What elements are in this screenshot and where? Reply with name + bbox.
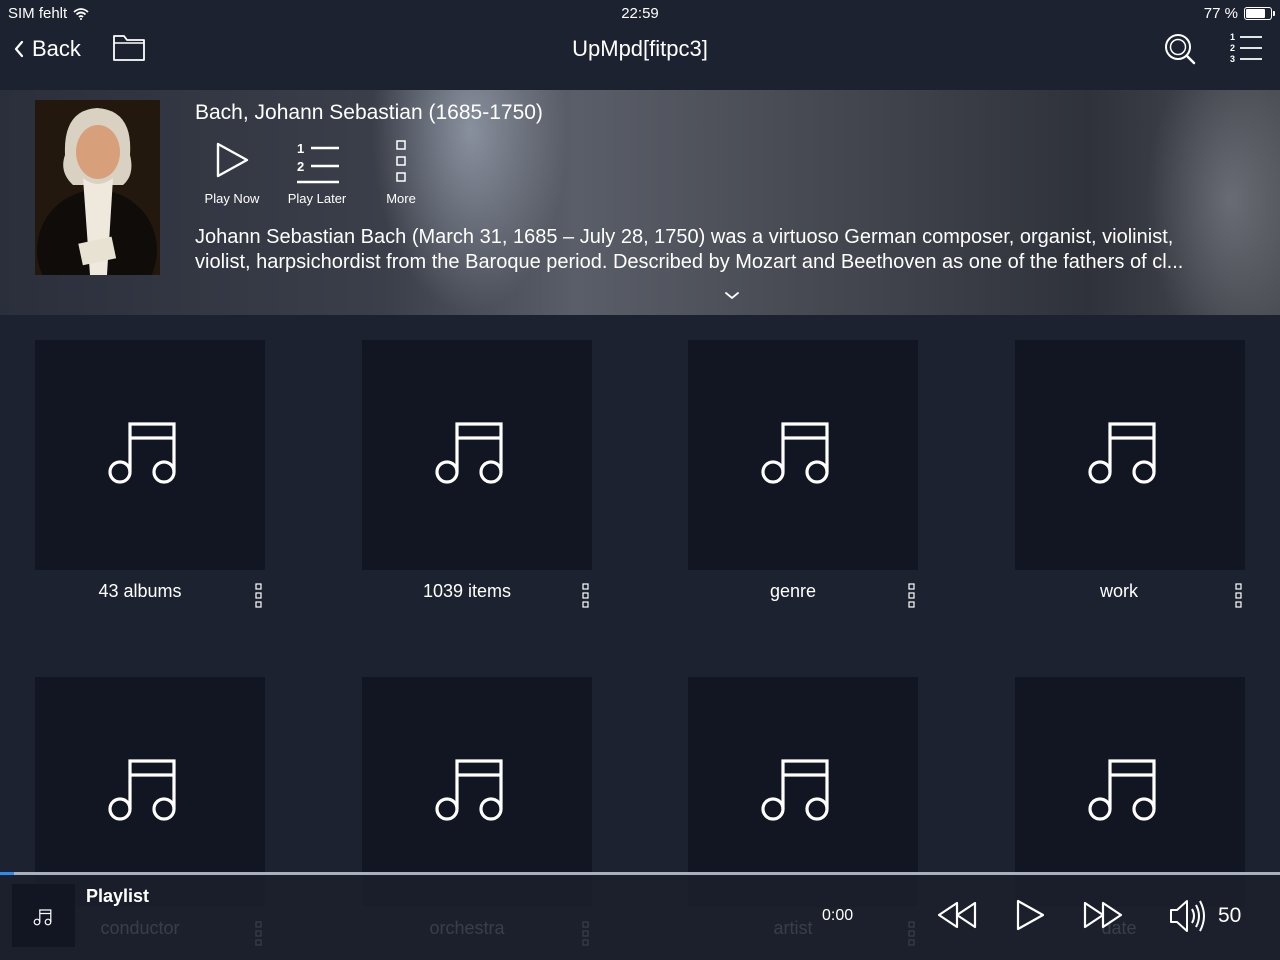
more-icon	[582, 921, 589, 946]
chevron-down-icon	[725, 292, 739, 300]
search-icon	[1165, 34, 1196, 65]
status-bar: SIM fehlt 22:59 77 %	[0, 0, 1280, 26]
expand-bio-button[interactable]	[724, 288, 740, 306]
now-playing-artwork[interactable]	[12, 884, 75, 947]
numbered-list-icon: 1 2 3	[1230, 32, 1262, 64]
play-icon	[1016, 899, 1045, 931]
more-icon	[396, 140, 406, 182]
music-note-icon	[108, 422, 176, 484]
grid-tile-albums[interactable]	[35, 340, 265, 570]
rewind-icon	[937, 901, 977, 929]
tile-label: 43 albums	[98, 581, 182, 601]
play-now-button[interactable]: Play Now	[192, 140, 272, 206]
svg-text:3: 3	[1230, 54, 1235, 64]
svg-text:2: 2	[297, 159, 304, 174]
play-icon	[216, 142, 249, 178]
tile-label: genre	[769, 581, 817, 601]
artist-portrait	[35, 100, 160, 275]
search-button[interactable]	[1162, 31, 1198, 72]
more-icon[interactable]	[250, 582, 270, 612]
volume-icon	[1170, 900, 1205, 932]
now-playing-title: Playlist	[86, 886, 150, 906]
playback-time: 0:00	[822, 907, 854, 924]
queue-button[interactable]: 1 2 3	[1228, 30, 1264, 71]
svg-text:2: 2	[1230, 43, 1235, 53]
fast-forward-icon	[1083, 901, 1123, 929]
battery-icon	[1244, 7, 1275, 20]
music-note-icon	[761, 759, 829, 821]
volume-level: 50	[1218, 904, 1242, 927]
queue-icon: 1 2	[297, 141, 339, 184]
music-note-icon	[1088, 759, 1156, 821]
music-note-icon	[435, 422, 503, 484]
grid-tile-items[interactable]	[362, 340, 592, 570]
more-button[interactable]: More	[361, 140, 441, 206]
artist-header: Bach, Johann Sebastian (1685-1750) Play …	[0, 90, 1280, 315]
artist-bio: Johann Sebastian Bach (March 31, 1685 – …	[195, 225, 1270, 275]
more-icon	[908, 921, 915, 946]
next-button[interactable]	[1082, 897, 1124, 938]
bio-line: violist, harpsichordist from the Baroque…	[195, 251, 1184, 273]
more-icon[interactable]	[1230, 582, 1250, 612]
svg-text:1: 1	[297, 141, 304, 156]
clock: 22:59	[621, 5, 659, 22]
music-note-icon	[435, 759, 503, 821]
more-icon[interactable]	[903, 582, 923, 612]
bio-line: Johann Sebastian Bach (March 31, 1685 – …	[195, 226, 1174, 248]
play-later-button[interactable]: 1 2 Play Later	[277, 140, 357, 206]
grid-tile-work[interactable]	[1015, 340, 1245, 570]
music-note-icon	[33, 909, 52, 926]
tile-label: work	[1099, 581, 1138, 601]
more-icon[interactable]	[577, 582, 597, 612]
battery-percent: 77 %	[1203, 5, 1238, 22]
grid-tile-genre[interactable]	[688, 340, 918, 570]
more-label: More	[386, 191, 416, 206]
navigation-bar: Back UpMpd[fitpc3] 1 2 3	[0, 26, 1280, 80]
svg-text:1: 1	[1230, 32, 1235, 42]
volume-button[interactable]	[1168, 896, 1210, 941]
play-button[interactable]	[1013, 897, 1047, 938]
tile-label: orchestra	[429, 918, 505, 938]
more-icon	[255, 921, 262, 946]
music-note-icon	[1088, 422, 1156, 484]
play-now-label: Play Now	[204, 191, 260, 206]
previous-button[interactable]	[936, 897, 978, 938]
tile-label: artist	[773, 918, 813, 938]
play-later-label: Play Later	[287, 191, 347, 206]
page-title: UpMpd[fitpc3]	[572, 36, 708, 61]
music-note-icon	[761, 422, 829, 484]
tile-label: 1039 items	[422, 581, 512, 601]
music-note-icon	[108, 759, 176, 821]
artist-name: Bach, Johann Sebastian (1685-1750)	[195, 101, 543, 124]
